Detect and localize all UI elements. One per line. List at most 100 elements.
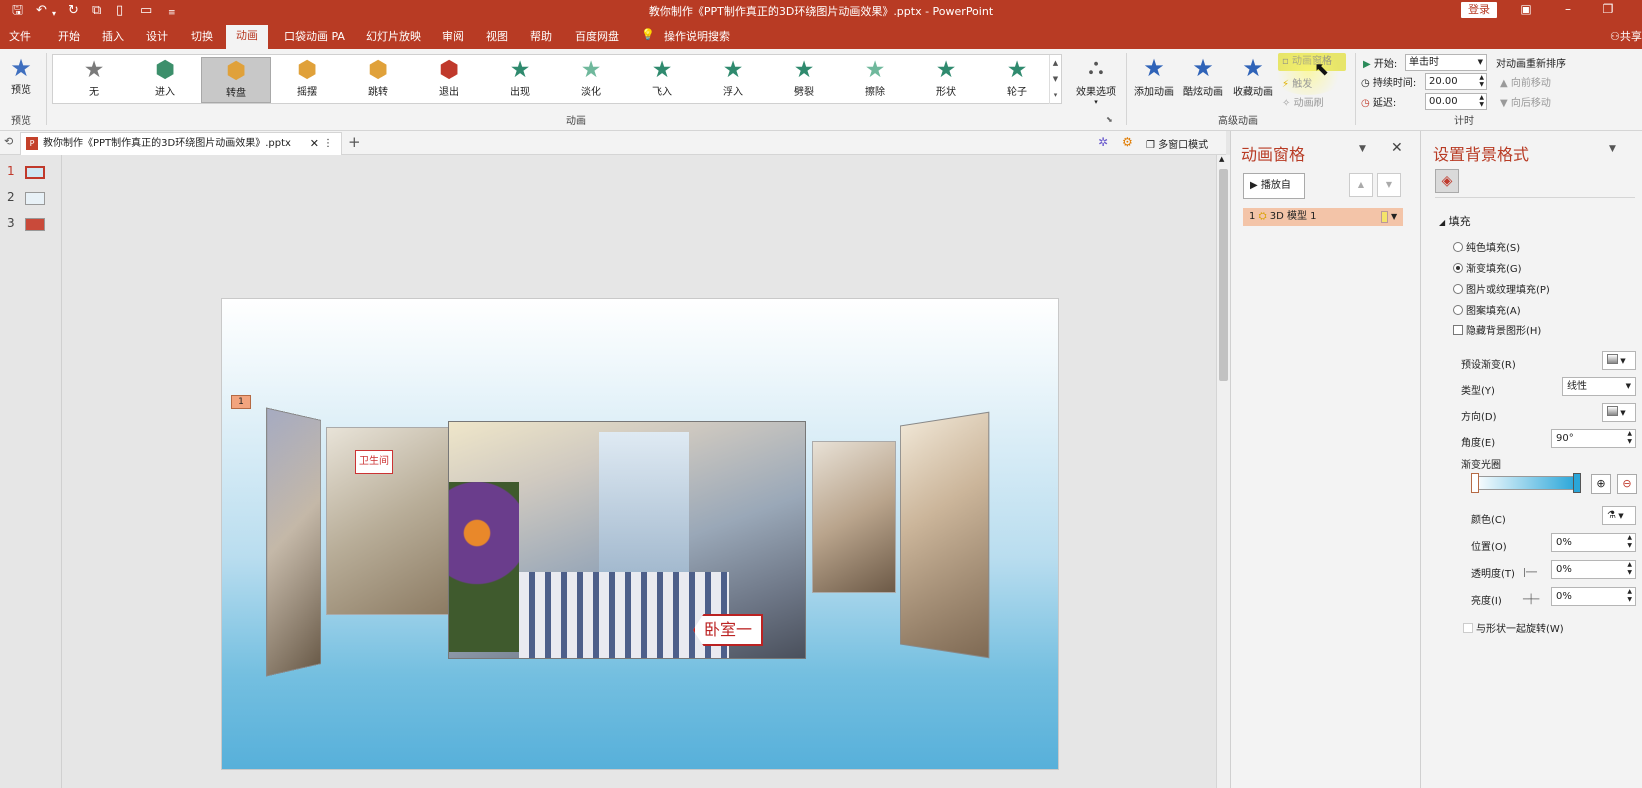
fill-option-pattern[interactable]: 图案填充(A) <box>1453 302 1521 317</box>
hide-bg-graphics-checkbox[interactable]: 隐藏背景图形(H) <box>1453 322 1541 337</box>
document-tab[interactable]: P 教你制作《PPT制作真正的3D环绕图片动画效果》.pptx ✕ ⋮ <box>20 132 342 155</box>
tab-help[interactable]: 帮助 <box>530 28 552 44</box>
effect-options-button[interactable]: ⛬ 效果选项 ▾ <box>1070 53 1122 106</box>
tab-file[interactable]: 文件 <box>9 28 31 44</box>
animation-painter-button[interactable]: ✧ 动画刷 <box>1282 94 1324 109</box>
remove-stop-icon[interactable]: ⊖ <box>1617 474 1637 494</box>
move-down-button[interactable]: ▼ <box>1377 173 1401 197</box>
animation-order-tag[interactable]: 1 <box>231 395 251 409</box>
effect-9[interactable]: ★ 浮入 <box>698 57 768 103</box>
ribbon-display-icon[interactable]: ▣ <box>1516 2 1536 16</box>
tab-view[interactable]: 视图 <box>486 28 508 44</box>
brightness-slider[interactable]: ─┼─ <box>1523 595 1539 605</box>
login-button[interactable]: 登录 <box>1461 2 1497 18</box>
transparency-input[interactable]: 0% ▲ ▼ <box>1551 560 1636 579</box>
tell-me-search[interactable]: 操作说明搜索 <box>664 28 730 44</box>
effect-10[interactable]: ★ 劈裂 <box>769 57 839 103</box>
effect-11[interactable]: ★ 擦除 <box>840 57 910 103</box>
effect-4[interactable]: ⬢ 跳转 <box>343 57 413 103</box>
vertical-scrollbar[interactable]: ▲ <box>1216 155 1230 788</box>
add-animation-button[interactable]: ★ 添加动画 <box>1132 53 1176 98</box>
pane-options-chevron-icon[interactable]: ▼ <box>1609 144 1616 154</box>
fill-bucket-icon[interactable]: ◈ <box>1435 169 1459 193</box>
preset-gradient-picker[interactable]: ▼ <box>1602 351 1636 370</box>
effect-7[interactable]: ★ 淡化 <box>556 57 626 103</box>
effect-13[interactable]: ★ 轮子 <box>982 57 1052 103</box>
brightness-input[interactable]: 0% ▲ ▼ <box>1551 587 1636 606</box>
preview-button[interactable]: ★ 预览 <box>4 55 38 96</box>
tab-home[interactable]: 开始 <box>58 28 80 44</box>
slide-thumbnail[interactable] <box>25 192 45 205</box>
duration-input[interactable]: 20.00 ▲ ▼ <box>1425 73 1487 90</box>
tab-insert[interactable]: 插入 <box>102 28 124 44</box>
custom-animation-button[interactable]: ★ 酷炫动画 <box>1180 53 1226 98</box>
tab-pocket-animation[interactable]: 口袋动画 PA <box>284 28 345 44</box>
maximize-icon[interactable]: ❐ <box>1598 2 1618 16</box>
tab-menu-icon[interactable]: ⟲ <box>4 135 13 148</box>
item-dropdown-icon[interactable]: ▼ <box>1391 208 1397 226</box>
tab-slideshow[interactable]: 幻灯片放映 <box>366 28 421 44</box>
gradient-stop-handle[interactable] <box>1573 473 1581 493</box>
spinner-icon[interactable]: ▲ ▼ <box>1479 94 1484 108</box>
pane-options-chevron-icon[interactable]: ▼ <box>1359 144 1366 154</box>
effect-1[interactable]: ⬢ 进入 <box>130 57 200 103</box>
settings-gear-icon[interactable]: ⚙ <box>1122 135 1133 149</box>
effect-6[interactable]: ★ 出现 <box>485 57 555 103</box>
gallery-scroll-up-icon[interactable]: ▲ <box>1049 55 1061 71</box>
effect-5[interactable]: ⬢ 退出 <box>414 57 484 103</box>
start-select[interactable]: 单击时 ▼ <box>1405 54 1487 71</box>
effect-3[interactable]: ⬢ 摇摆 <box>272 57 342 103</box>
scroll-up-icon[interactable]: ▲ <box>1219 155 1224 163</box>
delay-input[interactable]: 00.00 ▲ ▼ <box>1425 93 1487 110</box>
fill-option-picture[interactable]: 图片或纹理填充(P) <box>1453 281 1550 296</box>
dialog-launcher-icon[interactable]: ⬊ <box>1106 115 1113 124</box>
fill-section-header[interactable]: ◢ 填充 <box>1439 213 1471 229</box>
minimize-icon[interactable]: – <box>1558 2 1578 16</box>
gradient-stops-bar[interactable] <box>1473 476 1577 490</box>
move-earlier-button[interactable]: ▲ 向前移动 <box>1500 74 1551 89</box>
tab-baidu[interactable]: 百度网盘 <box>575 28 619 44</box>
color-picker[interactable]: ⚗ ▼ <box>1602 506 1636 525</box>
tab-transitions[interactable]: 切换 <box>191 28 213 44</box>
spinner-icon[interactable]: ▲ ▼ <box>1627 588 1632 604</box>
move-up-button[interactable]: ▲ <box>1349 173 1373 197</box>
slide-thumbnail[interactable] <box>25 166 45 179</box>
close-pane-icon[interactable]: ✕ <box>1391 140 1403 156</box>
effect-12[interactable]: ★ 形状 <box>911 57 981 103</box>
gradient-stop-handle[interactable] <box>1471 473 1479 493</box>
transparency-slider[interactable]: |── <box>1523 568 1537 578</box>
favorite-animation-button[interactable]: ★ 收藏动画 <box>1230 53 1276 98</box>
move-later-button[interactable]: ▼ 向后移动 <box>1500 94 1551 109</box>
tab-more-icon[interactable]: ⋮ <box>323 133 333 154</box>
multi-window-button[interactable]: ❐ 多窗口模式 <box>1146 136 1208 151</box>
scroll-thumb[interactable] <box>1219 169 1228 381</box>
tab-animations[interactable]: 动画 <box>226 25 268 49</box>
spinner-icon[interactable]: ▲ ▼ <box>1627 561 1632 577</box>
effect-8[interactable]: ★ 飞入 <box>627 57 697 103</box>
direction-picker[interactable]: ▼ <box>1602 403 1636 422</box>
fill-option-gradient[interactable]: 渐变填充(G) <box>1453 260 1522 275</box>
fill-option-solid[interactable]: 纯色填充(S) <box>1453 239 1520 254</box>
tab-design[interactable]: 设计 <box>146 28 168 44</box>
effect-0[interactable]: ★ 无 <box>59 57 129 103</box>
slide-canvas[interactable]: 1 卫生间 卧室一 <box>221 298 1059 770</box>
gallery-scroll-down-icon[interactable]: ▼ <box>1049 71 1061 87</box>
slide-thumbnail[interactable] <box>25 218 45 231</box>
type-select[interactable]: 线性 ▼ <box>1562 377 1636 396</box>
add-stop-icon[interactable]: ⊕ <box>1591 474 1611 494</box>
spinner-icon[interactable]: ▲ ▼ <box>1627 534 1632 550</box>
position-input[interactable]: 0% ▲ ▼ <box>1551 533 1636 552</box>
play-from-button[interactable]: ▶ 播放自 <box>1243 173 1305 199</box>
trigger-button[interactable]: ⚡ 触发 <box>1282 75 1312 90</box>
spinner-icon[interactable]: ▲ ▼ <box>1627 430 1632 446</box>
new-tab-icon[interactable]: + <box>348 133 361 151</box>
share-button[interactable]: ⚇共享 <box>1610 28 1642 44</box>
effect-2[interactable]: ⬢ 转盘 <box>201 57 271 103</box>
animation-pane-button[interactable]: ▫ 动画窗格 <box>1278 53 1346 71</box>
tab-review[interactable]: 审阅 <box>442 28 464 44</box>
animation-list-item[interactable]: 1 ⛭ 3D 模型 1 ▼ <box>1243 208 1403 226</box>
angle-input[interactable]: 90° ▲ ▼ <box>1551 429 1636 448</box>
close-tab-icon[interactable]: ✕ <box>310 133 319 154</box>
magic-icon[interactable]: ✲ <box>1098 135 1108 149</box>
spinner-icon[interactable]: ▲ ▼ <box>1479 74 1484 88</box>
